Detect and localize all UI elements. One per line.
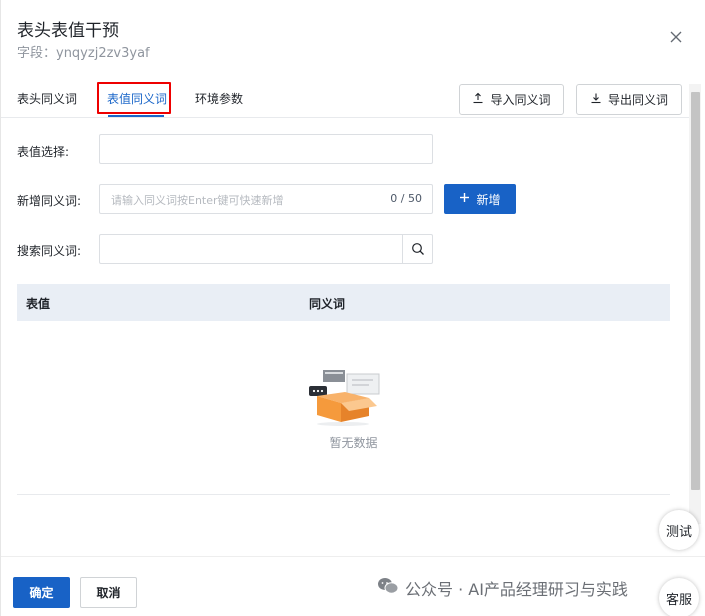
export-synonyms-label: 导出同义词: [607, 93, 668, 107]
search-icon[interactable]: [402, 235, 432, 263]
upload-icon: [472, 92, 484, 107]
active-tab-indicator: [108, 115, 164, 117]
table-header: 表值 同义词: [17, 284, 670, 321]
tab-header-synonyms[interactable]: 表头同义词: [17, 90, 77, 107]
plus-icon: [459, 192, 470, 206]
column-header-value: 表值: [26, 297, 51, 311]
import-synonyms-label: 导入同义词: [490, 93, 551, 107]
cancel-button[interactable]: 取消: [80, 577, 137, 608]
dialog-subtitle: 字段：ynqyzj2zv3yaf: [17, 46, 150, 61]
value-select-label: 表值选择:: [17, 145, 70, 159]
add-synonym-placeholder: 请输入同义词按Enter键可快速新增: [111, 194, 284, 207]
scrollbar-thumb[interactable]: [691, 92, 700, 490]
dialog: 表头表值干预 字段：ynqyzj2zv3yaf 表头同义词 表值 同义词 环境参数…: [0, 0, 705, 616]
tab-environment-params[interactable]: 环境参数: [195, 90, 243, 107]
add-synonym-label: 新增同义词:: [17, 194, 82, 208]
column-header-synonyms: 同义词: [309, 297, 346, 311]
char-counter: 0 / 50: [390, 192, 422, 205]
table-bottom-border: [17, 494, 670, 495]
footer-divider: [1, 556, 705, 557]
close-icon[interactable]: [667, 28, 685, 46]
wechat-icon: [377, 577, 399, 599]
tab-highlight-box: [97, 82, 171, 114]
add-synonym-input[interactable]: 请输入同义词按Enter键可快速新增 0 / 50: [99, 184, 433, 214]
empty-state-text: 暂无数据: [329, 436, 378, 450]
add-synonym-button[interactable]: 新增: [444, 184, 516, 214]
search-synonym-input[interactable]: [99, 234, 433, 264]
watermark-text: 公众号 · AI产品经理研习与实践: [405, 580, 628, 599]
import-synonyms-button[interactable]: 导入同义词: [459, 84, 564, 115]
download-icon: [590, 92, 602, 107]
confirm-button[interactable]: 确定: [13, 577, 70, 608]
test-float-button[interactable]: 测试: [659, 510, 699, 550]
export-synonyms-button[interactable]: 导出同义词: [576, 84, 682, 115]
add-button-label: 新增: [476, 192, 501, 207]
empty-box-icon: [307, 370, 381, 430]
watermark: 公众号 · AI产品经理研习与实践: [377, 576, 628, 600]
value-select-input[interactable]: [99, 134, 433, 164]
search-synonym-label: 搜索同义词:: [17, 244, 82, 258]
dialog-title: 表头表值干预: [17, 21, 119, 41]
customer-service-float-button[interactable]: 客服: [659, 578, 699, 616]
